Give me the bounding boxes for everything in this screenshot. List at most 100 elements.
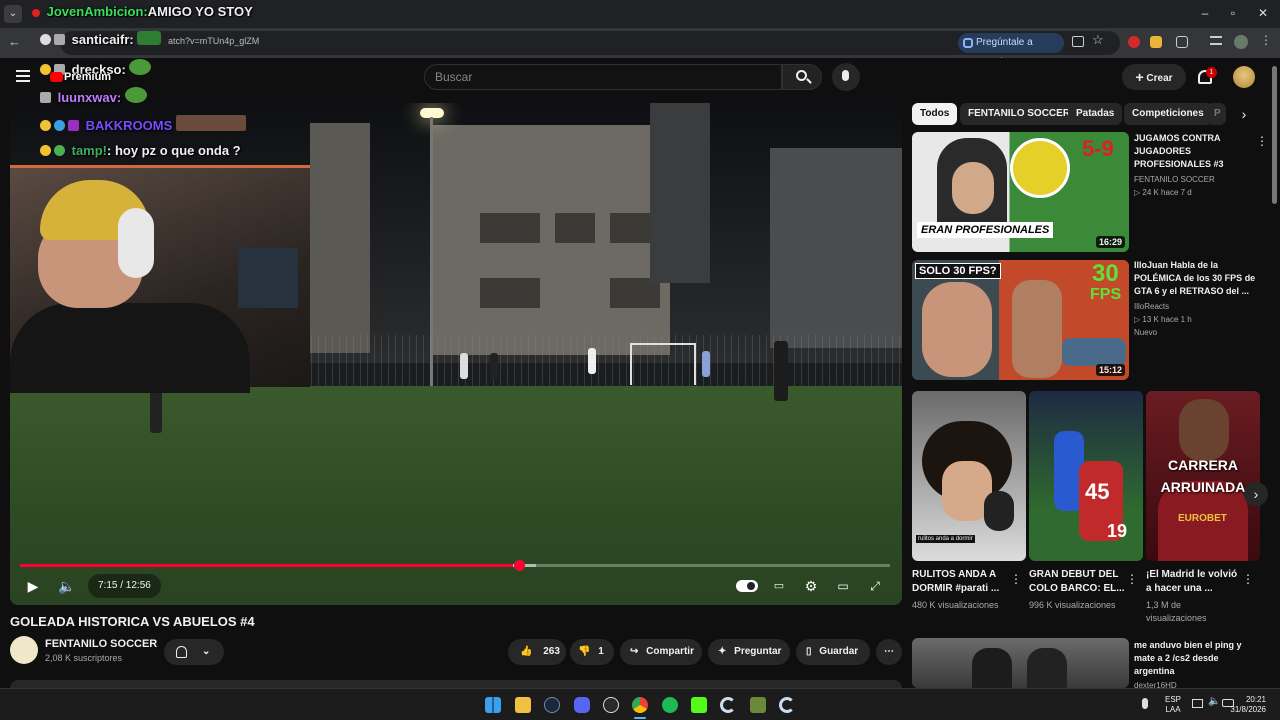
related-channel[interactable]: IlloReacts xyxy=(1134,300,1169,313)
ask-button[interactable]: ✦ Preguntar xyxy=(708,639,790,665)
voice-search-button[interactable] xyxy=(832,63,860,91)
short-more-icon[interactable]: ⋮ xyxy=(1242,572,1254,586)
kick-icon[interactable] xyxy=(691,697,707,713)
short-more-icon[interactable]: ⋮ xyxy=(1010,572,1022,586)
short-title-line[interactable]: GRAN DEBUT DEL xyxy=(1029,568,1118,581)
tab-search-button[interactable]: ⌄ xyxy=(4,5,22,23)
short-title-line[interactable]: COLO BARCO: EL... xyxy=(1029,582,1125,595)
subtitles-icon[interactable]: ▭ xyxy=(768,575,790,597)
autoplay-toggle[interactable] xyxy=(736,580,758,592)
progress-bar[interactable] xyxy=(20,560,890,571)
related-title-line[interactable]: JUGAMOS CONTRA xyxy=(1134,132,1221,145)
short-thumbnail[interactable]: rulitos anda a dormir xyxy=(912,391,1026,561)
save-button[interactable]: ▯ Guardar xyxy=(796,639,870,665)
related-title-line[interactable]: JUGADORES xyxy=(1134,145,1191,158)
hamburger-menu-icon[interactable] xyxy=(16,70,30,82)
window xyxy=(555,213,595,243)
ask-label: Preguntar xyxy=(734,646,782,657)
profile-avatar-icon[interactable] xyxy=(1234,35,1248,49)
thumb-car xyxy=(1062,338,1126,366)
app-c-icon[interactable] xyxy=(720,697,736,713)
extension-red-icon[interactable] xyxy=(1128,36,1140,48)
youtube-badge-icon xyxy=(32,9,40,17)
spotify-icon[interactable] xyxy=(662,697,678,713)
discord-icon[interactable] xyxy=(574,697,590,713)
related-thumbnail[interactable] xyxy=(912,638,1129,688)
short-title-line[interactable]: a hacer una ... xyxy=(1146,582,1213,595)
chip-patadas[interactable]: Patadas xyxy=(1068,103,1123,125)
account-avatar[interactable] xyxy=(1233,66,1255,88)
create-label: Crear xyxy=(1146,73,1173,84)
video-title: GOLEADA HISTORICA VS ABUELOS #4 xyxy=(10,614,255,629)
volume-icon[interactable]: 🔈 xyxy=(56,575,78,597)
page-scrollbar[interactable] xyxy=(1272,66,1277,204)
channel-name[interactable]: FENTANILO SOCCER xyxy=(45,638,157,650)
more-actions-button[interactable]: ⋯ xyxy=(876,639,902,665)
related-title-line[interactable]: me anduvo bien el ping y xyxy=(1134,639,1242,652)
bookmark-icon: ▯ xyxy=(806,646,812,657)
short-thumbnail[interactable]: 45 19 xyxy=(1029,391,1143,561)
extension-yellow-icon[interactable] xyxy=(1150,36,1162,48)
app-c2-icon[interactable] xyxy=(779,697,795,713)
windows-start-icon[interactable] xyxy=(485,697,501,713)
steam-icon[interactable] xyxy=(544,697,560,713)
related-channel[interactable]: FENTANILO SOCCER xyxy=(1134,173,1215,186)
maximize-icon[interactable]: ▫ xyxy=(1226,6,1240,20)
install-app-icon[interactable] xyxy=(1072,36,1084,47)
related-title-line[interactable]: argentina xyxy=(1134,665,1175,678)
settings-gear-icon[interactable]: ⚙ xyxy=(800,575,822,597)
reading-list-icon[interactable] xyxy=(1210,36,1222,45)
bookmark-star-icon[interactable]: ☆ xyxy=(1092,32,1104,48)
chip-all[interactable]: Todos xyxy=(912,103,958,125)
clock[interactable]: 20:21 31/8/2026 xyxy=(1226,695,1266,715)
minimize-icon[interactable]: – xyxy=(1198,6,1212,20)
network-tray-icon[interactable]: 🔈 xyxy=(1208,696,1220,707)
related-thumbnail[interactable]: SOLO 30 FPS? 30 FPS 15:12 xyxy=(912,260,1129,380)
related-title-line[interactable]: POLÉMICA de los 30 FPS de xyxy=(1134,272,1255,285)
search-input[interactable]: Buscar xyxy=(424,64,782,90)
subscribe-notification-button[interactable]: ⌄ xyxy=(164,639,224,665)
minecraft-icon[interactable] xyxy=(750,697,766,713)
chip-competiciones[interactable]: Competiciones xyxy=(1124,103,1212,125)
short-more-icon[interactable]: ⋮ xyxy=(1126,572,1138,586)
chip-fentanilo-soccer[interactable]: FENTANILO SOCCER xyxy=(960,103,1079,125)
related-thumbnail[interactable]: 5-9 ERAN PROFESIONALES 16:29 xyxy=(912,132,1129,252)
player xyxy=(774,341,788,401)
create-button[interactable]: + Crear xyxy=(1122,64,1186,90)
short-title-line[interactable]: RULITOS ANDA A xyxy=(912,568,996,581)
like-button[interactable]: 👍 263 xyxy=(508,639,566,665)
share-button[interactable]: ↪ Compartir xyxy=(620,639,702,665)
video-player[interactable]: ▶ 🔈 7:15 / 12:56 ▭ ⚙ ▭ ⤢ xyxy=(10,103,902,605)
dislike-button[interactable]: 👎 1 xyxy=(570,639,614,665)
shorts-next-arrow-icon[interactable]: › xyxy=(1244,482,1268,506)
chip-more[interactable]: P xyxy=(1206,103,1226,125)
chrome-icon[interactable] xyxy=(632,697,648,713)
search-button[interactable] xyxy=(782,64,822,90)
short-title-line[interactable]: DORMIR #parati ... xyxy=(912,582,999,595)
close-icon[interactable]: ✕ xyxy=(1256,6,1270,20)
related-more-icon[interactable]: ⋮ xyxy=(1256,134,1268,148)
fullscreen-icon[interactable]: ⤢ xyxy=(864,575,886,597)
play-icon[interactable]: ▶ xyxy=(22,575,44,597)
progress-scrubber[interactable] xyxy=(514,560,525,571)
microphone-tray-icon[interactable] xyxy=(1142,698,1148,709)
theater-mode-icon[interactable]: ▭ xyxy=(832,575,854,597)
related-title-line[interactable]: IlloJuan Habla de la xyxy=(1134,259,1218,272)
short-title-line[interactable]: ¡El Madrid le volvió xyxy=(1146,568,1237,581)
ask-google-button[interactable]: Pregúntale a Google xyxy=(958,33,1064,68)
short-thumbnail[interactable]: CARRERA ARRUINADA EUROBET xyxy=(1146,391,1260,561)
extensions-puzzle-icon[interactable] xyxy=(1176,36,1188,48)
monitor-tray-icon[interactable] xyxy=(1192,699,1203,708)
streamer-shirt xyxy=(10,303,250,393)
language-indicator[interactable]: ESP LAA xyxy=(1162,695,1184,715)
channel-avatar[interactable] xyxy=(10,636,38,664)
emoji-badge-icon xyxy=(40,145,51,156)
related-title-line[interactable]: GTA 6 y el RETRASO del ... xyxy=(1134,285,1249,298)
browser-menu-icon[interactable]: ⋮ xyxy=(1260,33,1272,47)
chips-next-arrow-icon[interactable]: › xyxy=(1236,104,1252,124)
obs-icon[interactable] xyxy=(603,697,619,713)
related-title-line[interactable]: PROFESIONALES #3 xyxy=(1134,158,1224,171)
back-arrow-icon[interactable]: ← xyxy=(8,34,24,50)
related-title-line[interactable]: mate a 2 /cs2 desde xyxy=(1134,652,1219,665)
file-explorer-icon[interactable] xyxy=(515,697,531,713)
